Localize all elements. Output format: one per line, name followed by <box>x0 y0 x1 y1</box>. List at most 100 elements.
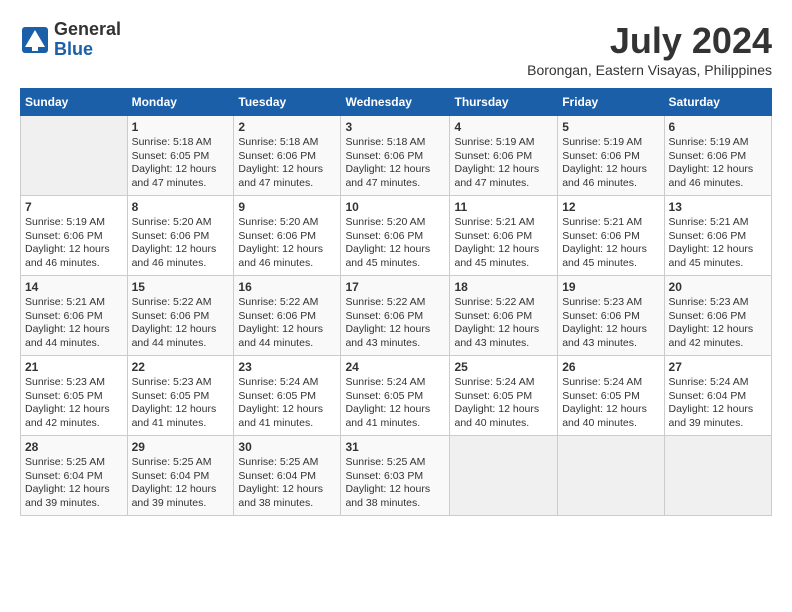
day-number: 1 <box>132 120 230 134</box>
calendar-cell: 10Sunrise: 5:20 AMSunset: 6:06 PMDayligh… <box>341 196 450 276</box>
day-info: Sunrise: 5:25 AMSunset: 6:04 PMDaylight:… <box>238 456 336 511</box>
calendar-cell <box>21 116 128 196</box>
calendar-cell: 26 Sunrise: 5:24 AMSunset: 6:05 PMDayligh… <box>558 356 664 436</box>
calendar-cell: 13Sunrise: 5:21 AMSunset: 6:06 PMDayligh… <box>664 196 771 276</box>
day-info: Sunrise: 5:23 AMSunset: 6:06 PMDaylight:… <box>669 296 767 351</box>
logo-blue: Blue <box>54 40 121 60</box>
calendar-cell: 2 Sunrise: 5:18 AMSunset: 6:06 PMDaylight… <box>234 116 341 196</box>
calendar-cell: 23 Sunrise: 5:24 AMSunset: 6:05 PMDayligh… <box>234 356 341 436</box>
day-number: 8 <box>132 200 230 214</box>
calendar-cell: 29Sunrise: 5:25 AMSunset: 6:04 PMDayligh… <box>127 436 234 516</box>
calendar-cell: 25 Sunrise: 5:24 AMSunset: 6:05 PMDayligh… <box>450 356 558 436</box>
calendar-cell: 21Sunrise: 5:23 AMSunset: 6:05 PMDayligh… <box>21 356 128 436</box>
calendar-cell <box>558 436 664 516</box>
calendar-cell <box>664 436 771 516</box>
calendar-cell: 28Sunrise: 5:25 AMSunset: 6:04 PMDayligh… <box>21 436 128 516</box>
day-info: Sunrise: 5:21 AMSunset: 6:06 PMDaylight:… <box>25 296 123 351</box>
calendar-week-2: 7 Sunrise: 5:19 AMSunset: 6:06 PMDaylight… <box>21 196 772 276</box>
header-saturday: Saturday <box>664 89 771 116</box>
day-info: Sunrise: 5:18 AMSunset: 6:06 PMDaylight:… <box>345 136 445 191</box>
day-number: 9 <box>238 200 336 214</box>
day-info: Sunrise: 5:22 AMSunset: 6:06 PMDaylight:… <box>132 296 230 351</box>
calendar-cell: 5 Sunrise: 5:19 AMSunset: 6:06 PMDaylight… <box>558 116 664 196</box>
day-info: Sunrise: 5:19 AMSunset: 6:06 PMDaylight:… <box>669 136 767 191</box>
day-number: 6 <box>669 120 767 134</box>
day-info: Sunrise: 5:19 AMSunset: 6:06 PMDaylight:… <box>562 136 659 191</box>
calendar-cell: 19 Sunrise: 5:23 AMSunset: 6:06 PMDayligh… <box>558 276 664 356</box>
day-info: Sunrise: 5:20 AMSunset: 6:06 PMDaylight:… <box>132 216 230 271</box>
day-number: 17 <box>345 280 445 294</box>
calendar-cell: 20 Sunrise: 5:23 AMSunset: 6:06 PMDayligh… <box>664 276 771 356</box>
header-wednesday: Wednesday <box>341 89 450 116</box>
day-number: 24 <box>345 360 445 374</box>
header-sunday: Sunday <box>21 89 128 116</box>
calendar-cell: 31 Sunrise: 5:25 AMSunset: 6:03 PMDayligh… <box>341 436 450 516</box>
day-info: Sunrise: 5:25 AMSunset: 6:03 PMDaylight:… <box>345 456 445 511</box>
day-info: Sunrise: 5:21 AMSunset: 6:06 PMDaylight:… <box>454 216 553 271</box>
day-number: 10 <box>345 200 445 214</box>
calendar-week-3: 14Sunrise: 5:21 AMSunset: 6:06 PMDayligh… <box>21 276 772 356</box>
calendar-cell: 7 Sunrise: 5:19 AMSunset: 6:06 PMDaylight… <box>21 196 128 276</box>
calendar-cell: 9 Sunrise: 5:20 AMSunset: 6:06 PMDaylight… <box>234 196 341 276</box>
calendar-cell: 11 Sunrise: 5:21 AMSunset: 6:06 PMDayligh… <box>450 196 558 276</box>
subtitle: Borongan, Eastern Visayas, Philippines <box>527 62 772 78</box>
day-number: 18 <box>454 280 553 294</box>
day-info: Sunrise: 5:23 AMSunset: 6:05 PMDaylight:… <box>132 376 230 431</box>
calendar-header: Sunday Monday Tuesday Wednesday Thursday… <box>21 89 772 116</box>
day-number: 30 <box>238 440 336 454</box>
calendar-cell: 15Sunrise: 5:22 AMSunset: 6:06 PMDayligh… <box>127 276 234 356</box>
day-number: 11 <box>454 200 553 214</box>
day-info: Sunrise: 5:22 AMSunset: 6:06 PMDaylight:… <box>238 296 336 351</box>
day-number: 23 <box>238 360 336 374</box>
calendar-week-1: 1 Sunrise: 5:18 AMSunset: 6:05 PMDaylight… <box>21 116 772 196</box>
day-info: Sunrise: 5:22 AMSunset: 6:06 PMDaylight:… <box>345 296 445 351</box>
calendar-cell: 17 Sunrise: 5:22 AMSunset: 6:06 PMDayligh… <box>341 276 450 356</box>
page-header: General Blue July 2024 Borongan, Eastern… <box>20 20 772 78</box>
day-info: Sunrise: 5:18 AMSunset: 6:06 PMDaylight:… <box>238 136 336 191</box>
header-friday: Friday <box>558 89 664 116</box>
day-number: 20 <box>669 280 767 294</box>
calendar-table: Sunday Monday Tuesday Wednesday Thursday… <box>20 88 772 516</box>
header-row: Sunday Monday Tuesday Wednesday Thursday… <box>21 89 772 116</box>
logo-icon <box>20 25 50 55</box>
calendar-cell: 12 Sunrise: 5:21 AMSunset: 6:06 PMDayligh… <box>558 196 664 276</box>
day-info: Sunrise: 5:25 AMSunset: 6:04 PMDaylight:… <box>25 456 123 511</box>
day-number: 4 <box>454 120 553 134</box>
header-monday: Monday <box>127 89 234 116</box>
day-info: Sunrise: 5:24 AMSunset: 6:05 PMDaylight:… <box>238 376 336 431</box>
day-info: Sunrise: 5:23 AMSunset: 6:05 PMDaylight:… <box>25 376 123 431</box>
day-number: 25 <box>454 360 553 374</box>
logo-general: General <box>54 20 121 40</box>
day-info: Sunrise: 5:21 AMSunset: 6:06 PMDaylight:… <box>562 216 659 271</box>
calendar-week-5: 28Sunrise: 5:25 AMSunset: 6:04 PMDayligh… <box>21 436 772 516</box>
day-info: Sunrise: 5:20 AMSunset: 6:06 PMDaylight:… <box>238 216 336 271</box>
calendar-cell: 27 Sunrise: 5:24 AMSunset: 6:04 PMDayligh… <box>664 356 771 436</box>
day-info: Sunrise: 5:23 AMSunset: 6:06 PMDaylight:… <box>562 296 659 351</box>
day-info: Sunrise: 5:22 AMSunset: 6:06 PMDaylight:… <box>454 296 553 351</box>
logo: General Blue <box>20 20 121 60</box>
day-number: 27 <box>669 360 767 374</box>
day-info: Sunrise: 5:24 AMSunset: 6:04 PMDaylight:… <box>669 376 767 431</box>
header-thursday: Thursday <box>450 89 558 116</box>
day-number: 13 <box>669 200 767 214</box>
day-info: Sunrise: 5:24 AMSunset: 6:05 PMDaylight:… <box>562 376 659 431</box>
day-info: Sunrise: 5:19 AMSunset: 6:06 PMDaylight:… <box>454 136 553 191</box>
day-number: 7 <box>25 200 123 214</box>
calendar-cell: 14Sunrise: 5:21 AMSunset: 6:06 PMDayligh… <box>21 276 128 356</box>
day-number: 2 <box>238 120 336 134</box>
day-number: 29 <box>132 440 230 454</box>
day-info: Sunrise: 5:24 AMSunset: 6:05 PMDaylight:… <box>345 376 445 431</box>
day-number: 31 <box>345 440 445 454</box>
day-info: Sunrise: 5:24 AMSunset: 6:05 PMDaylight:… <box>454 376 553 431</box>
day-number: 12 <box>562 200 659 214</box>
calendar-cell: 3Sunrise: 5:18 AMSunset: 6:06 PMDaylight… <box>341 116 450 196</box>
calendar-cell: 4 Sunrise: 5:19 AMSunset: 6:06 PMDaylight… <box>450 116 558 196</box>
day-number: 19 <box>562 280 659 294</box>
day-number: 26 <box>562 360 659 374</box>
day-number: 22 <box>132 360 230 374</box>
day-info: Sunrise: 5:19 AMSunset: 6:06 PMDaylight:… <box>25 216 123 271</box>
day-number: 5 <box>562 120 659 134</box>
day-info: Sunrise: 5:18 AMSunset: 6:05 PMDaylight:… <box>132 136 230 191</box>
title-block: July 2024 Borongan, Eastern Visayas, Phi… <box>527 20 772 78</box>
calendar-cell <box>450 436 558 516</box>
